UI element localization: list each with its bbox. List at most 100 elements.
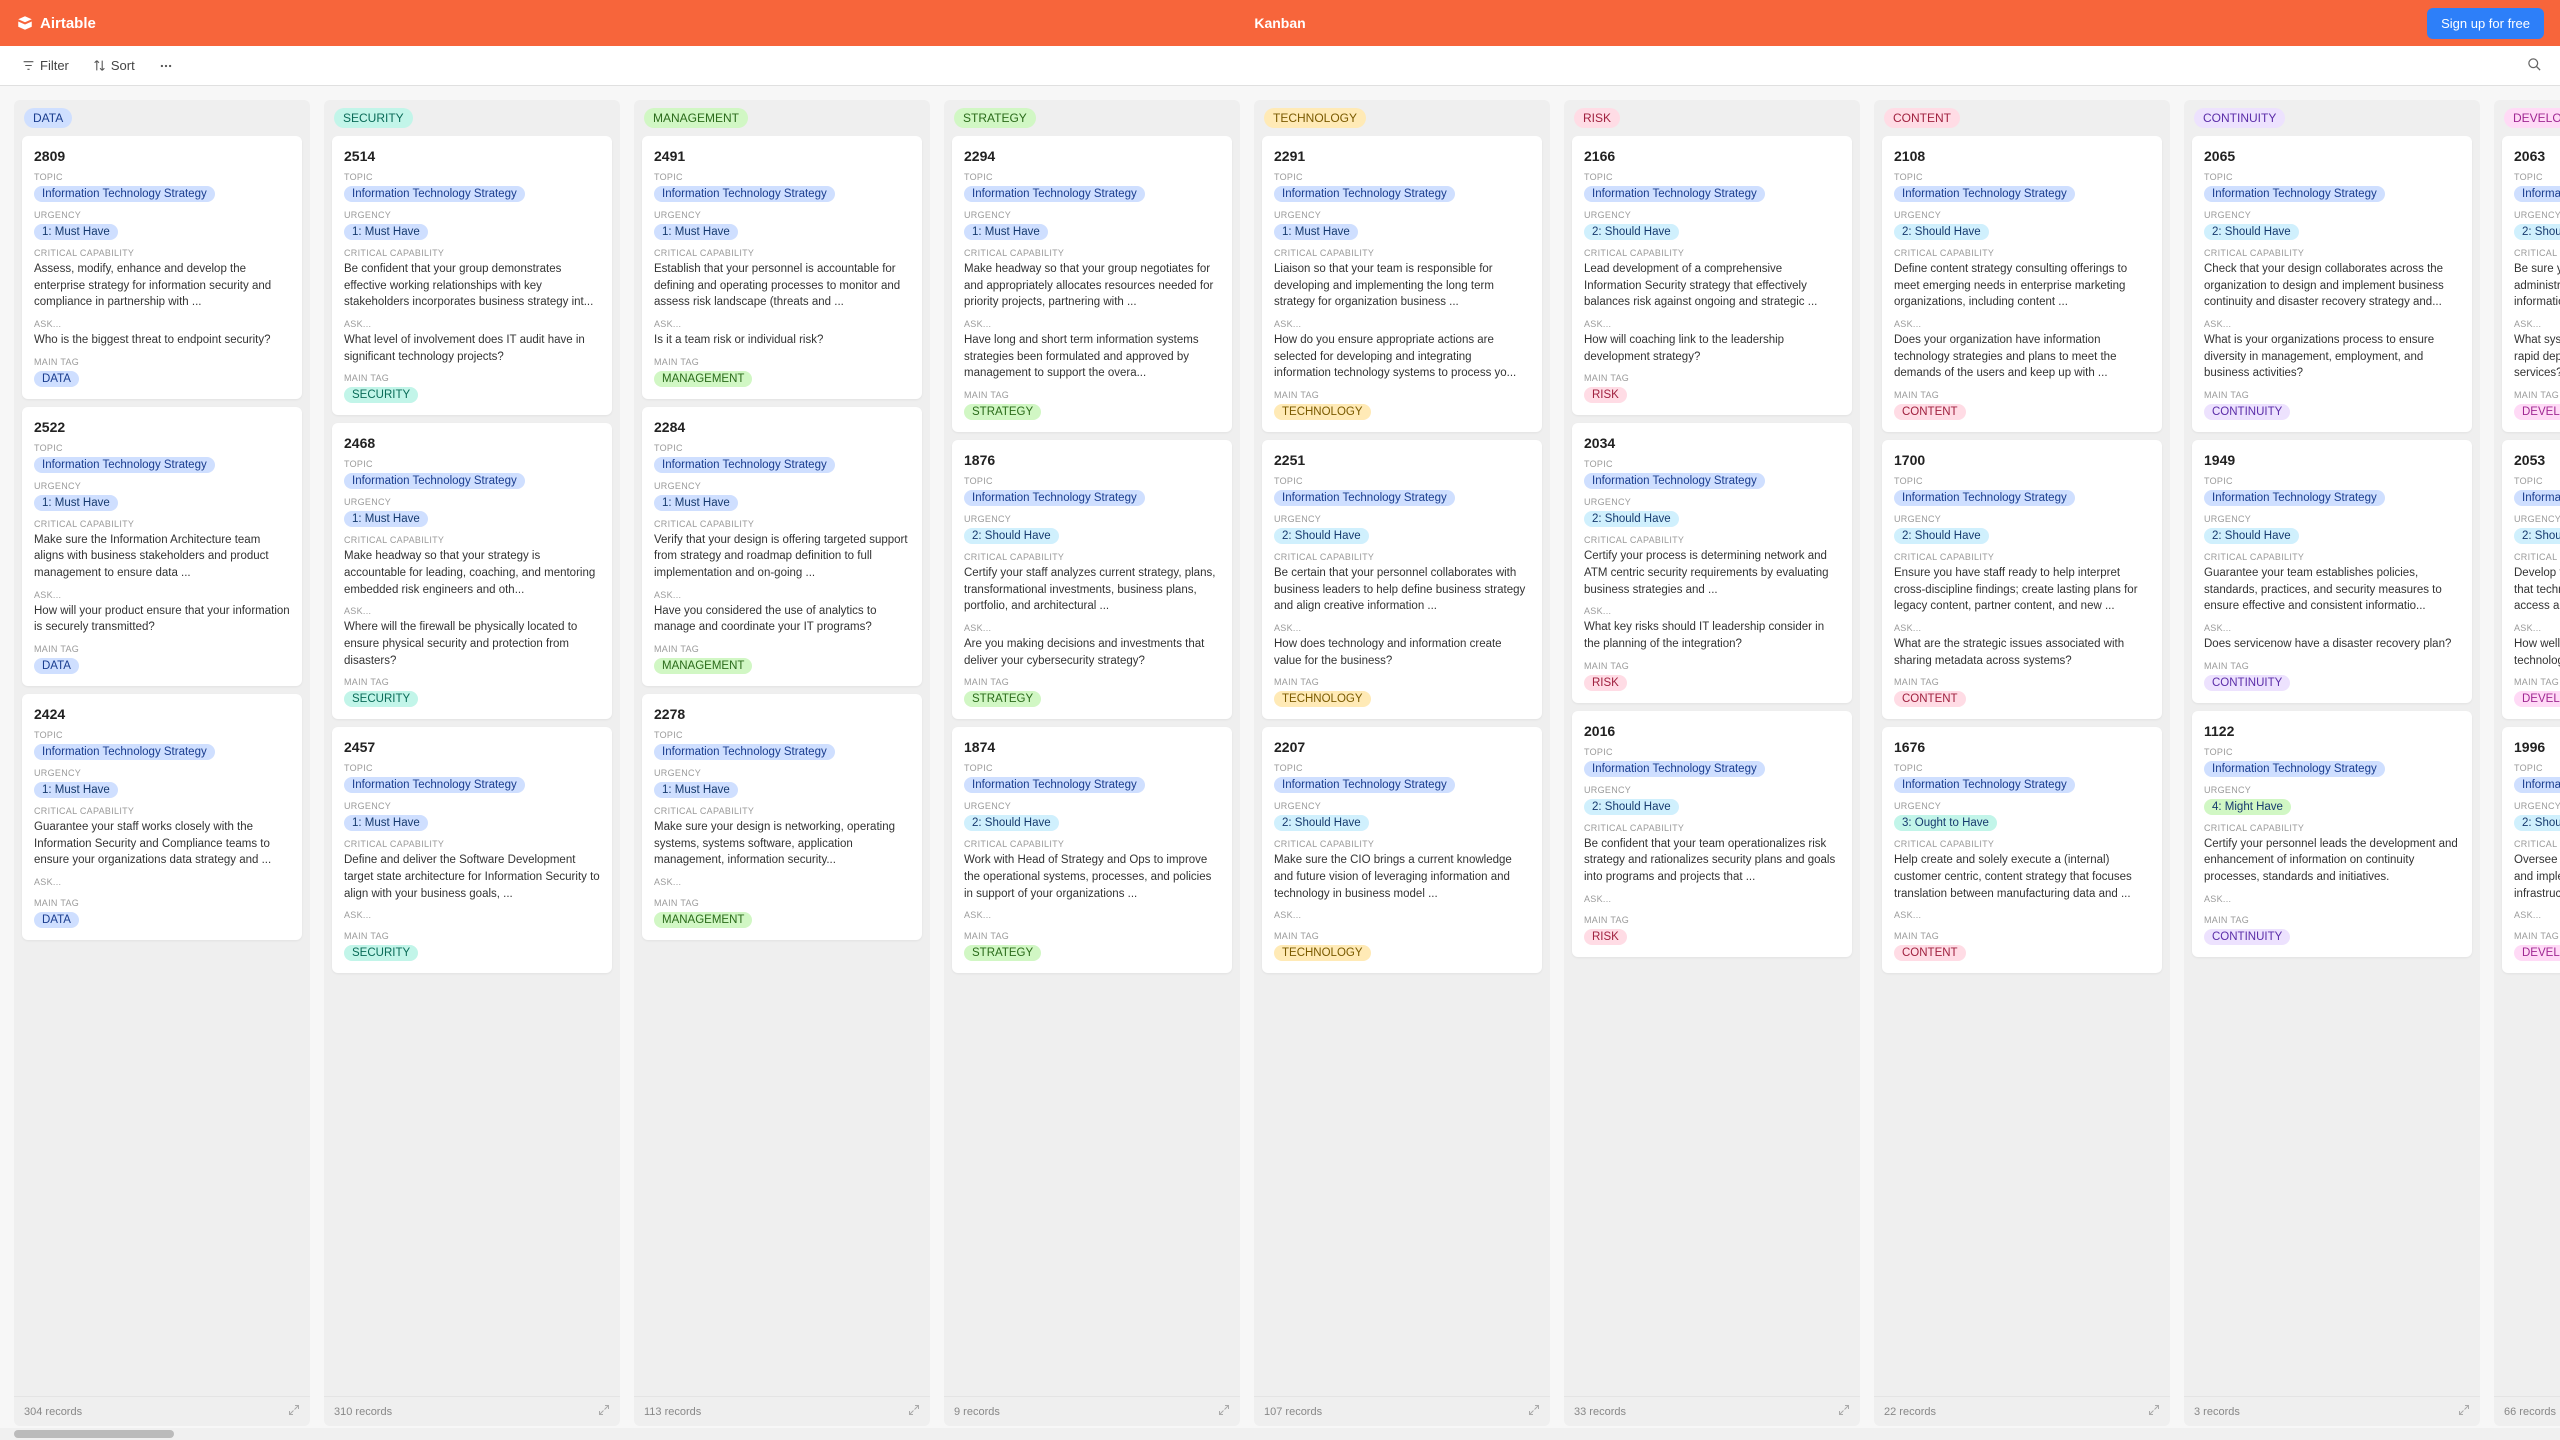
card-list[interactable]: 2166TOPICInformation Technology Strategy… bbox=[1564, 136, 1860, 1396]
urgency-pill: 1: Must Have bbox=[1274, 224, 1358, 240]
kanban-card[interactable]: 2809TOPICInformation Technology Strategy… bbox=[22, 136, 302, 399]
card-id: 2016 bbox=[1584, 723, 1840, 739]
field-label: ASK... bbox=[1894, 623, 2150, 633]
expand-icon[interactable] bbox=[2458, 1404, 2470, 1419]
expand-icon[interactable] bbox=[1218, 1404, 1230, 1419]
kanban-card[interactable]: 2291TOPICInformation Technology Strategy… bbox=[1262, 136, 1542, 432]
field-label: CRITICAL CAPABILITY bbox=[34, 519, 290, 529]
kanban-card[interactable]: 2207TOPICInformation Technology Strategy… bbox=[1262, 727, 1542, 973]
card-list[interactable]: 2491TOPICInformation Technology Strategy… bbox=[634, 136, 930, 1396]
sort-button[interactable]: Sort bbox=[83, 53, 145, 78]
card-list[interactable]: 2063TOPICInformation Technology Strategy… bbox=[2494, 136, 2560, 1396]
kanban-card[interactable]: 2284TOPICInformation Technology Strategy… bbox=[642, 407, 922, 686]
kanban-card[interactable]: 2278TOPICInformation Technology Strategy… bbox=[642, 694, 922, 940]
card-list[interactable]: 2514TOPICInformation Technology Strategy… bbox=[324, 136, 620, 1396]
kanban-card[interactable]: 1949TOPICInformation Technology Strategy… bbox=[2192, 440, 2472, 703]
column-header: DATA bbox=[14, 100, 310, 136]
kanban-card[interactable]: 2065TOPICInformation Technology Strategy… bbox=[2192, 136, 2472, 432]
urgency-pill: 1: Must Have bbox=[654, 782, 738, 798]
main-tag-pill: CONTENT bbox=[1894, 691, 1966, 707]
kanban-card[interactable]: 1676TOPICInformation Technology Strategy… bbox=[1882, 727, 2162, 973]
kanban-card[interactable]: 2294TOPICInformation Technology Strategy… bbox=[952, 136, 1232, 432]
main-tag-pill: RISK bbox=[1584, 675, 1627, 691]
expand-icon[interactable] bbox=[908, 1404, 920, 1419]
field-label: MAIN TAG bbox=[1584, 661, 1840, 671]
kanban-card[interactable]: 2251TOPICInformation Technology Strategy… bbox=[1262, 440, 1542, 719]
kanban-card[interactable]: 2424TOPICInformation Technology Strategy… bbox=[22, 694, 302, 940]
airtable-logo[interactable]: Airtable bbox=[16, 14, 96, 32]
kanban-card[interactable]: 2514TOPICInformation Technology Strategy… bbox=[332, 136, 612, 415]
card-id: 2809 bbox=[34, 148, 290, 164]
topic-pill: Information Technology Strategy bbox=[2204, 186, 2385, 202]
field-label: TOPIC bbox=[964, 476, 1220, 486]
kanban-card[interactable]: 2108TOPICInformation Technology Strategy… bbox=[1882, 136, 2162, 432]
kanban-card[interactable]: 2034TOPICInformation Technology Strategy… bbox=[1572, 423, 1852, 702]
field-label: TOPIC bbox=[2204, 172, 2460, 182]
more-button[interactable] bbox=[149, 54, 183, 78]
card-id: 2034 bbox=[1584, 435, 1840, 451]
column-footer: 107 records bbox=[1254, 1396, 1550, 1426]
card-id: 2053 bbox=[2514, 452, 2560, 468]
field-label: MAIN TAG bbox=[1274, 390, 1530, 400]
field-label: ASK... bbox=[2514, 910, 2560, 920]
field-label: TOPIC bbox=[1584, 459, 1840, 469]
card-list[interactable]: 2291TOPICInformation Technology Strategy… bbox=[1254, 136, 1550, 1396]
main-tag-pill: CONTINUITY bbox=[2204, 404, 2290, 420]
field-label: MAIN TAG bbox=[2514, 677, 2560, 687]
ask-text: What are the strategic issues associated… bbox=[1894, 636, 2150, 669]
topic-pill: Information Technology Strategy bbox=[1584, 761, 1765, 777]
kanban-card[interactable]: 2063TOPICInformation Technology Strategy… bbox=[2502, 136, 2560, 432]
field-label: ASK... bbox=[2204, 319, 2460, 329]
field-label: TOPIC bbox=[964, 172, 1220, 182]
search-icon bbox=[2527, 57, 2542, 72]
column-header: DEVELOPMENT bbox=[2494, 100, 2560, 136]
card-list[interactable]: 2294TOPICInformation Technology Strategy… bbox=[944, 136, 1240, 1396]
kanban-card[interactable]: 1876TOPICInformation Technology Strategy… bbox=[952, 440, 1232, 719]
expand-icon[interactable] bbox=[288, 1404, 300, 1419]
kanban-card[interactable]: 1874TOPICInformation Technology Strategy… bbox=[952, 727, 1232, 973]
column-footer: 310 records bbox=[324, 1396, 620, 1426]
kanban-card[interactable]: 2166TOPICInformation Technology Strategy… bbox=[1572, 136, 1852, 415]
kanban-card[interactable]: 2522TOPICInformation Technology Strategy… bbox=[22, 407, 302, 686]
urgency-pill: 1: Must Have bbox=[344, 224, 428, 240]
kanban-card[interactable]: 2468TOPICInformation Technology Strategy… bbox=[332, 423, 612, 719]
ask-text: How does technology and information crea… bbox=[1274, 636, 1530, 669]
topic-pill: Information Technology Strategy bbox=[654, 457, 835, 473]
kanban-card[interactable]: 2491TOPICInformation Technology Strategy… bbox=[642, 136, 922, 399]
field-label: ASK... bbox=[1894, 910, 2150, 920]
kanban-card[interactable]: 2016TOPICInformation Technology Strategy… bbox=[1572, 711, 1852, 957]
card-list[interactable]: 2108TOPICInformation Technology Strategy… bbox=[1874, 136, 2170, 1396]
field-label: CRITICAL CAPABILITY bbox=[1584, 248, 1840, 258]
search-button[interactable] bbox=[2521, 51, 2548, 81]
kanban-card[interactable]: 2053TOPICInformation Technology Strategy… bbox=[2502, 440, 2560, 719]
expand-icon[interactable] bbox=[1838, 1404, 1850, 1419]
kanban-card[interactable]: 1996TOPICInformation Technology Strategy… bbox=[2502, 727, 2560, 973]
horizontal-scrollbar[interactable] bbox=[0, 1428, 2560, 1440]
column-footer: 304 records bbox=[14, 1396, 310, 1426]
signup-button[interactable]: Sign up for free bbox=[2427, 8, 2544, 39]
card-list[interactable]: 2065TOPICInformation Technology Strategy… bbox=[2184, 136, 2480, 1396]
column-header: TECHNOLOGY bbox=[1254, 100, 1550, 136]
field-label: CRITICAL CAPABILITY bbox=[654, 248, 910, 258]
expand-icon[interactable] bbox=[1528, 1404, 1540, 1419]
kanban-card[interactable]: 2457TOPICInformation Technology Strategy… bbox=[332, 727, 612, 973]
field-label: CRITICAL CAPABILITY bbox=[1584, 823, 1840, 833]
field-label: MAIN TAG bbox=[2204, 661, 2460, 671]
kanban-card[interactable]: 1122TOPICInformation Technology Strategy… bbox=[2192, 711, 2472, 957]
topic-pill: Information Technology Strategy bbox=[344, 473, 525, 489]
kanban-board[interactable]: DATA2809TOPICInformation Technology Stra… bbox=[0, 86, 2560, 1440]
ask-text: Have long and short term information sys… bbox=[964, 332, 1220, 382]
field-label: MAIN TAG bbox=[344, 677, 600, 687]
field-label: MAIN TAG bbox=[964, 677, 1220, 687]
expand-icon[interactable] bbox=[2148, 1404, 2160, 1419]
card-id: 2491 bbox=[654, 148, 910, 164]
capability-text: Lead development of a comprehensive Info… bbox=[1584, 261, 1840, 311]
card-list[interactable]: 2809TOPICInformation Technology Strategy… bbox=[14, 136, 310, 1396]
main-tag-pill: MANAGEMENT bbox=[654, 912, 752, 928]
record-count: 22 records bbox=[1884, 1406, 1936, 1418]
scrollbar-thumb[interactable] bbox=[14, 1430, 174, 1438]
filter-button[interactable]: Filter bbox=[12, 53, 79, 78]
expand-icon[interactable] bbox=[598, 1404, 610, 1419]
kanban-card[interactable]: 1700TOPICInformation Technology Strategy… bbox=[1882, 440, 2162, 719]
sort-label: Sort bbox=[111, 58, 135, 73]
